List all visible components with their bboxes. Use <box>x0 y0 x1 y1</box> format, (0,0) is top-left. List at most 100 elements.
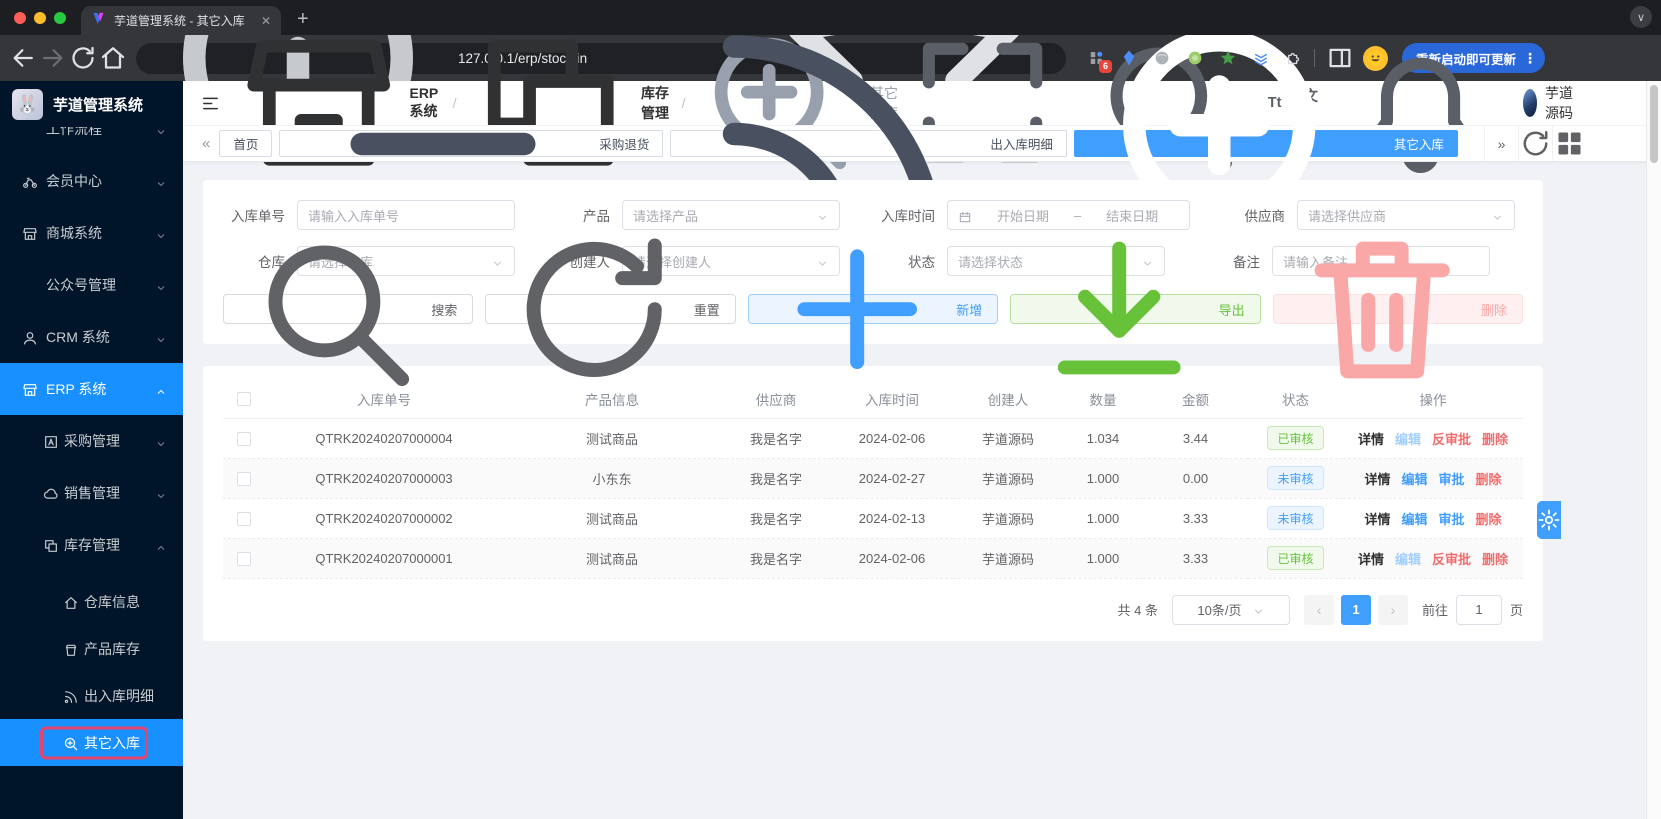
chev-up-icon <box>155 386 167 398</box>
row-checkbox-cell <box>223 538 265 578</box>
detail-link[interactable]: 详情 <box>1364 469 1390 488</box>
next-page-button[interactable]: › <box>1378 595 1408 625</box>
tab-search-icon[interactable]: ∨ <box>1630 6 1652 28</box>
tab-close-icon[interactable]: ✕ <box>261 14 271 28</box>
window-minimize-button[interactable] <box>34 12 46 24</box>
store-icon <box>22 226 38 242</box>
goto-page-input[interactable] <box>1456 595 1502 625</box>
scrollbar-thumb[interactable] <box>1650 85 1658 163</box>
cell-date: 2024-02-06 <box>831 418 953 458</box>
window-close-button[interactable] <box>14 12 26 24</box>
table-row: QTRK20240207000002测试商品我是名字2024-02-13芋道源码… <box>223 498 1523 538</box>
row-actions: 详情编辑审批删除 <box>1343 469 1523 488</box>
delete-link[interactable]: 删除 <box>1482 429 1508 448</box>
sidebar-item-crm[interactable]: CRM 系统 <box>0 311 183 363</box>
user-avatar <box>1523 89 1537 117</box>
unapprove-link[interactable]: 反审批 <box>1432 429 1471 448</box>
sidebar-item-purchase[interactable]: 采购管理 <box>0 415 183 467</box>
new-tab-button[interactable]: + <box>297 6 309 32</box>
delete-link[interactable]: 删除 <box>1476 509 1502 528</box>
prev-page-button[interactable]: ‹ <box>1304 595 1334 625</box>
chevron-down-icon <box>155 175 167 187</box>
tags-scroll-right-icon[interactable]: » <box>1484 126 1518 161</box>
edit-link[interactable]: 编辑 <box>1401 469 1427 488</box>
sidebar-item-member[interactable]: 会员中心 <box>0 155 183 207</box>
forward-button[interactable] <box>38 43 68 73</box>
chev-down-icon <box>155 334 167 346</box>
unapprove-link[interactable]: 反审批 <box>1432 549 1471 568</box>
sidebar-item-label: 采购管理 <box>64 431 120 451</box>
row-checkbox[interactable] <box>237 432 251 446</box>
button-label: 新增 <box>956 300 982 319</box>
extension-gray-circle-icon[interactable] <box>1152 48 1172 68</box>
sidebar-item-product-stock[interactable]: 产品库存 <box>0 625 183 672</box>
cell-qty: 1.000 <box>1063 458 1143 498</box>
approve-link[interactable]: 审批 <box>1439 469 1465 488</box>
window-maximize-button[interactable] <box>54 12 66 24</box>
user-menu[interactable]: 芋道源码 <box>1523 83 1573 123</box>
page-size-select[interactable]: 10条/页 <box>1172 595 1290 625</box>
extension-layers-icon[interactable] <box>1251 48 1271 68</box>
tags-scroll-left-icon[interactable]: « <box>202 135 210 152</box>
browser-tab[interactable]: 芋道管理系统 - 其它入库 ✕ <box>81 6 281 35</box>
page-scrollbar[interactable] <box>1646 81 1661 819</box>
back-button[interactable] <box>8 43 38 73</box>
tab-purchase-return[interactable]: 采购退货 <box>279 130 663 157</box>
tab-title: 芋道管理系统 - 其它入库 <box>114 12 253 29</box>
table-card: 入库单号产品信息供应商入库时间创建人数量金额状态操作 QTRK202402070… <box>203 366 1543 641</box>
tag-bar-actions: » <box>1484 126 1661 161</box>
current-page-button[interactable]: 1 <box>1341 595 1371 625</box>
layout-grid-icon[interactable] <box>1552 126 1586 161</box>
row-checkbox[interactable] <box>237 472 251 486</box>
table-row: QTRK20240207000001测试商品我是名字2024-02-06芋道源码… <box>223 538 1523 578</box>
search-button[interactable]: 搜索 <box>223 294 473 324</box>
extension-green-circle-icon[interactable] <box>1185 48 1205 68</box>
filter-buttons: 搜索重置新增导出删除 <box>223 294 1523 324</box>
cloud-wrap <box>43 485 59 501</box>
grid-icon <box>1553 126 1586 161</box>
menu-fold-icon[interactable] <box>201 94 220 113</box>
table-row: QTRK20240207000003小东东我是名字2024-02-27芋道源码1… <box>223 458 1523 498</box>
sidebar-item-stock[interactable]: 库存管理 <box>0 519 183 571</box>
extensions-puzzle-icon[interactable] <box>1284 48 1304 68</box>
cell-supplier: 我是名字 <box>721 538 831 578</box>
detail-link[interactable]: 详情 <box>1364 509 1390 528</box>
sidebar-item-stock-in[interactable]: 其它入库 <box>0 719 183 766</box>
detail-link[interactable]: 详情 <box>1358 429 1384 448</box>
cell-status: 已审核 <box>1248 418 1343 458</box>
sidebar-item-warehouse[interactable]: 仓库信息 <box>0 578 183 625</box>
tab-stock-in[interactable]: 其它入库 <box>1074 130 1458 157</box>
app-logo-row[interactable]: 🐰 芋道管理系统 <box>0 81 183 127</box>
cell-actions: 详情编辑审批删除 <box>1343 498 1523 538</box>
approve-link[interactable]: 审批 <box>1439 509 1465 528</box>
sidebar-item-mall[interactable]: 商城系统 <box>0 207 183 259</box>
add-button[interactable]: 新增 <box>748 294 998 324</box>
sidebar-item-sale[interactable]: 销售管理 <box>0 467 183 519</box>
select-all-checkbox[interactable] <box>237 392 251 406</box>
sidebar-item-mp[interactable]: 公众号管理 <box>0 259 183 311</box>
gear-icon <box>1537 508 1561 532</box>
theme-settings-button[interactable] <box>1537 501 1561 539</box>
row-checkbox[interactable] <box>237 512 251 526</box>
filter-label: 供应商 <box>1223 205 1285 225</box>
app: 🐰 芋道管理系统 工作流程会员中心商城系统公众号管理CRM 系统ERP 系统采购… <box>0 81 1661 819</box>
reload-button[interactable] <box>68 43 98 73</box>
extension-kite-icon[interactable] <box>1119 48 1139 68</box>
tab-stock-record[interactable]: 出入库明细 <box>670 130 1067 157</box>
home-button[interactable] <box>98 43 128 73</box>
detail-link[interactable]: 详情 <box>1358 549 1384 568</box>
tab-home[interactable]: 首页 <box>219 130 272 157</box>
delete-link[interactable]: 删除 <box>1482 549 1508 568</box>
sidebar-item-erp[interactable]: ERP 系统 <box>0 363 183 415</box>
extension-dots-icon[interactable]: 6 <box>1086 48 1106 68</box>
row-checkbox[interactable] <box>237 552 251 566</box>
status-badge: 未审核 <box>1267 466 1323 490</box>
sidebar-item-label: ERP 系统 <box>46 379 106 399</box>
edit-link[interactable]: 编辑 <box>1401 509 1427 528</box>
sidebar-item-stock-record[interactable]: 出入库明细 <box>0 672 183 719</box>
reset-button[interactable]: 重置 <box>485 294 735 324</box>
refresh-page-icon[interactable] <box>1518 126 1552 161</box>
export-button[interactable]: 导出 <box>1010 294 1260 324</box>
extension-green-star-icon[interactable] <box>1218 48 1238 68</box>
delete-link[interactable]: 删除 <box>1476 469 1502 488</box>
